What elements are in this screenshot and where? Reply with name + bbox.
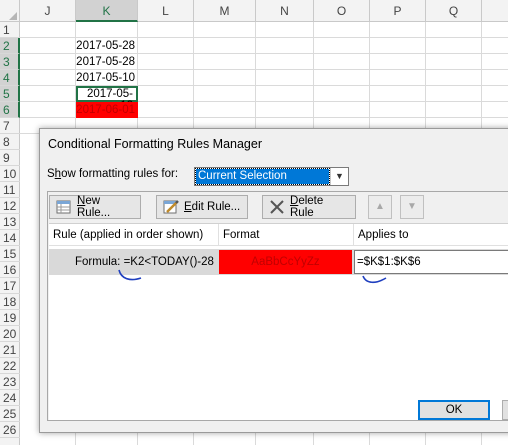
conditional-formatting-rules-manager-dialog: Conditional Formatting Rules Manager Sho… — [39, 128, 508, 433]
new-rule-icon — [56, 199, 72, 215]
column-header-m[interactable]: M — [194, 0, 256, 22]
row-header[interactable]: 16 — [0, 262, 20, 278]
row-header[interactable]: 22 — [0, 358, 20, 374]
show-rules-for-label: Show formatting rules for: — [47, 168, 178, 180]
row-header[interactable]: 19 — [0, 310, 20, 326]
column-header-format[interactable]: Format — [219, 224, 354, 246]
row-header[interactable]: 1 — [0, 22, 20, 38]
row-header[interactable]: 8 — [0, 134, 20, 150]
cell-k6-highlighted[interactable]: 2017-06-01 — [76, 102, 138, 118]
row-header[interactable]: 9 — [0, 150, 20, 166]
chevron-down-icon[interactable]: ▼ — [330, 168, 348, 185]
show-rules-for-dropdown[interactable]: Current Selection ▼ — [194, 167, 349, 186]
row-header[interactable]: 21 — [0, 342, 20, 358]
edit-rule-icon — [163, 199, 179, 215]
row-header[interactable]: 24 — [0, 390, 20, 406]
row-header[interactable]: 20 — [0, 326, 20, 342]
new-rule-label: New Rule... — [77, 195, 134, 219]
row-header[interactable]: 7 — [0, 118, 20, 134]
row-header[interactable]: 11 — [0, 182, 20, 198]
row-header[interactable]: 23 — [0, 374, 20, 390]
cell-k5-active[interactable]: 2017-05-12 — [76, 86, 138, 112]
move-down-button[interactable]: ▼ — [400, 195, 424, 219]
row-header[interactable]: 14 — [0, 230, 20, 246]
new-rule-button[interactable]: New Rule... — [49, 195, 141, 219]
move-up-button[interactable]: ▲ — [368, 195, 392, 219]
delete-rule-label: Delete Rule — [290, 195, 349, 219]
row-header[interactable]: 10 — [0, 166, 20, 182]
label-part: dit Rule... — [191, 201, 241, 213]
row-header-bar: 1 2 3 4 5 6 7 8 9 10 11 12 13 14 15 16 1… — [0, 22, 20, 445]
arrow-up-icon: ▲ — [375, 201, 385, 212]
column-header-o[interactable]: O — [314, 0, 370, 22]
edit-rule-label: Edit Rule... — [184, 201, 240, 213]
cell-k4[interactable]: 2017-05-10 — [76, 70, 138, 86]
rule-format-preview: AaBbCcYyZz — [219, 250, 352, 274]
column-header-j[interactable]: J — [20, 0, 76, 22]
column-header-n[interactable]: N — [256, 0, 314, 22]
column-header-p[interactable]: P — [370, 0, 426, 22]
label-part: ow formatting rules for: — [61, 168, 179, 180]
label-part: S — [47, 168, 55, 180]
cancel-button[interactable] — [502, 400, 508, 420]
dialog-title: Conditional Formatting Rules Manager — [48, 137, 262, 151]
row-header[interactable]: 18 — [0, 294, 20, 310]
annotation-mark-right — [362, 275, 387, 284]
row-header[interactable]: 26 — [0, 422, 20, 438]
dropdown-selected-value: Current Selection — [195, 168, 330, 185]
cell-k3[interactable]: 2017-05-28 — [76, 54, 138, 70]
annotation-mark-left — [118, 269, 142, 281]
row-header[interactable]: 2 — [0, 38, 20, 54]
row-header[interactable]: 15 — [0, 246, 20, 262]
ok-button[interactable]: OK — [418, 400, 490, 420]
arrow-down-icon: ▼ — [407, 201, 417, 212]
rules-table: Rule (applied in order shown) Format App… — [49, 223, 508, 420]
column-header-k[interactable]: K — [76, 0, 138, 22]
accelerator: E — [184, 201, 192, 213]
row-header[interactable]: 12 — [0, 198, 20, 214]
row-header[interactable]: 17 — [0, 278, 20, 294]
select-all-corner[interactable] — [0, 0, 20, 22]
row-header[interactable]: 5 — [0, 86, 20, 102]
rules-panel: New Rule... Edit Rule... Delete Rule ▲ ▼… — [47, 191, 508, 421]
cell-k2[interactable]: 2017-05-28 — [76, 38, 138, 54]
column-header-applies-to[interactable]: Applies to — [354, 224, 508, 246]
row-header[interactable]: 25 — [0, 406, 20, 422]
delete-x-icon — [269, 199, 285, 215]
delete-rule-button[interactable]: Delete Rule — [262, 195, 356, 219]
column-header-bar: J K L M N O P Q — [0, 0, 508, 22]
row-header[interactable]: 4 — [0, 70, 20, 86]
column-header-q[interactable]: Q — [426, 0, 482, 22]
row-header[interactable]: 3 — [0, 54, 20, 70]
row-header[interactable]: 13 — [0, 214, 20, 230]
row-header[interactable]: 6 — [0, 102, 20, 118]
edit-rule-button[interactable]: Edit Rule... — [156, 195, 248, 219]
column-header-l[interactable]: L — [138, 0, 194, 22]
column-header-rule[interactable]: Rule (applied in order shown) — [49, 224, 219, 246]
